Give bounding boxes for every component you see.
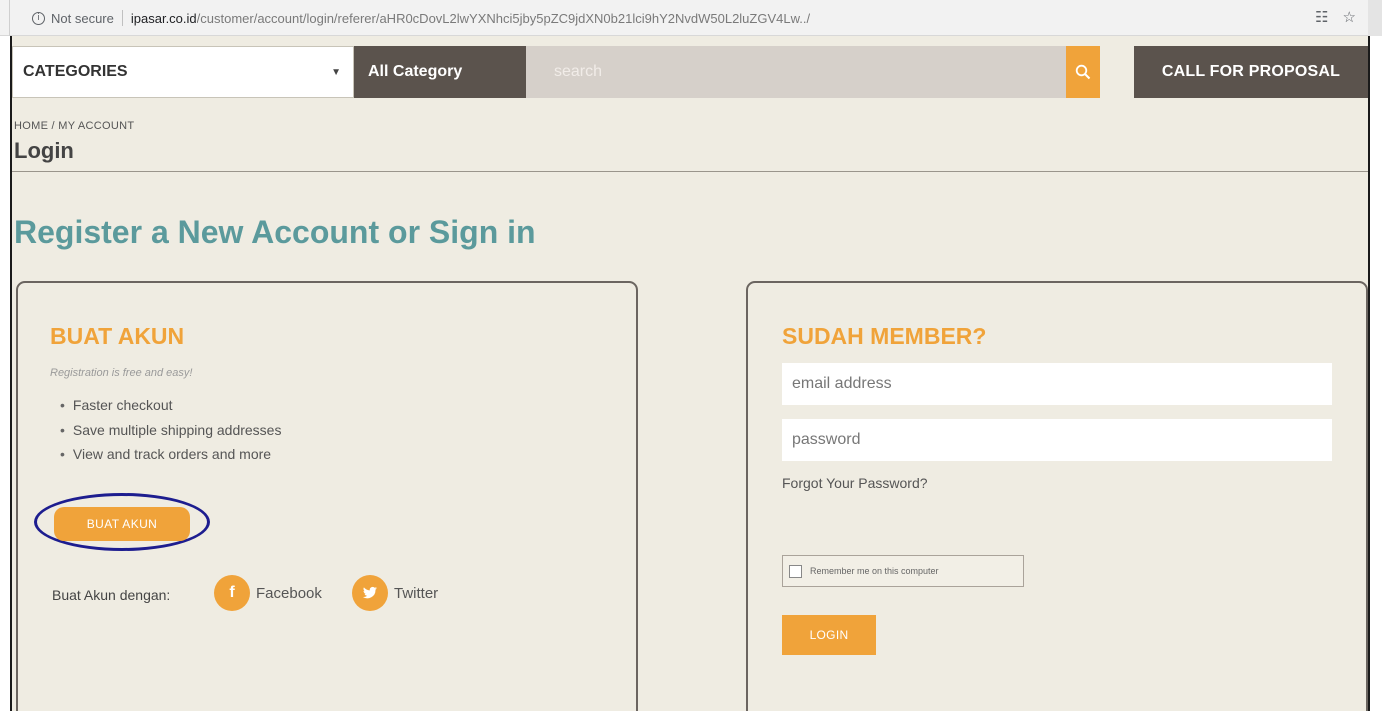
password-field[interactable] [782, 419, 1332, 461]
login-panel: SUDAH MEMBER? Forgot Your Password? Reme… [746, 281, 1368, 711]
search-icon [1075, 64, 1091, 80]
twitter-icon [352, 575, 388, 611]
info-icon[interactable]: i [32, 11, 45, 25]
browser-scroll-edge [1368, 0, 1382, 36]
top-navigation: CATEGORIES ▼ All Category CALL FOR PROPO… [12, 46, 1368, 98]
search-input[interactable] [526, 46, 1066, 98]
registration-note: Registration is free and easy! [50, 367, 193, 379]
login-button[interactable]: LOGIN [782, 615, 876, 655]
all-category-button[interactable]: All Category [354, 46, 526, 98]
remember-me-option[interactable]: Remember me on this computer [782, 555, 1024, 587]
breadcrumb[interactable]: HOME / MY ACCOUNT [14, 120, 134, 132]
benefits-list: Faster checkout Save multiple shipping a… [50, 397, 282, 471]
register-heading: BUAT AKUN [50, 323, 185, 349]
search-button[interactable] [1066, 46, 1100, 98]
bookmark-star-icon[interactable]: ☆ [1343, 8, 1356, 26]
social-signup-label: Buat Akun dengan: [52, 587, 171, 603]
title-divider [12, 171, 1368, 172]
facebook-label: Facebook [256, 584, 322, 602]
browser-edge [0, 0, 10, 36]
address-bar-icons: ☷ ☆ [1315, 8, 1356, 26]
list-item: Save multiple shipping addresses [50, 422, 282, 447]
remember-me-label: Remember me on this computer [810, 566, 939, 576]
translate-icon[interactable]: ☷ [1315, 8, 1328, 26]
list-item: View and track orders and more [50, 446, 281, 471]
call-for-proposal-button[interactable]: CALL FOR PROPOSAL [1134, 46, 1368, 98]
twitter-signup-link[interactable]: Twitter [352, 575, 438, 611]
url-omnibox[interactable]: i Not secure ipasar.co.id /customer/acco… [32, 6, 1032, 30]
browser-address-bar: i Not secure ipasar.co.id /customer/acco… [0, 0, 1382, 36]
email-field[interactable] [782, 363, 1332, 405]
facebook-signup-link[interactable]: f Facebook [214, 575, 322, 611]
dropdown-arrow-icon: ▼ [331, 66, 341, 78]
url-host: ipasar.co.id [130, 10, 197, 26]
forgot-password-link[interactable]: Forgot Your Password? [782, 475, 928, 491]
url-path: /customer/account/login/referer/aHR0cDov… [196, 10, 811, 26]
categories-dropdown[interactable]: CATEGORIES ▼ [12, 46, 354, 98]
categories-label: CATEGORIES [23, 63, 128, 80]
not-secure-label: Not secure [51, 10, 114, 26]
create-account-button[interactable]: BUAT AKUN [54, 507, 190, 541]
list-item: Faster checkout [50, 397, 281, 422]
remember-me-checkbox[interactable] [789, 564, 802, 578]
main-heading: Register a New Account or Sign in [14, 214, 536, 250]
facebook-icon: f [214, 575, 250, 611]
twitter-label: Twitter [394, 584, 439, 602]
site-page: CATEGORIES ▼ All Category CALL FOR PROPO… [10, 36, 1370, 711]
page-title: Login [14, 138, 74, 163]
register-panel: BUAT AKUN Registration is free and easy!… [16, 281, 638, 711]
url-separator [121, 10, 123, 26]
login-heading: SUDAH MEMBER? [782, 323, 987, 349]
